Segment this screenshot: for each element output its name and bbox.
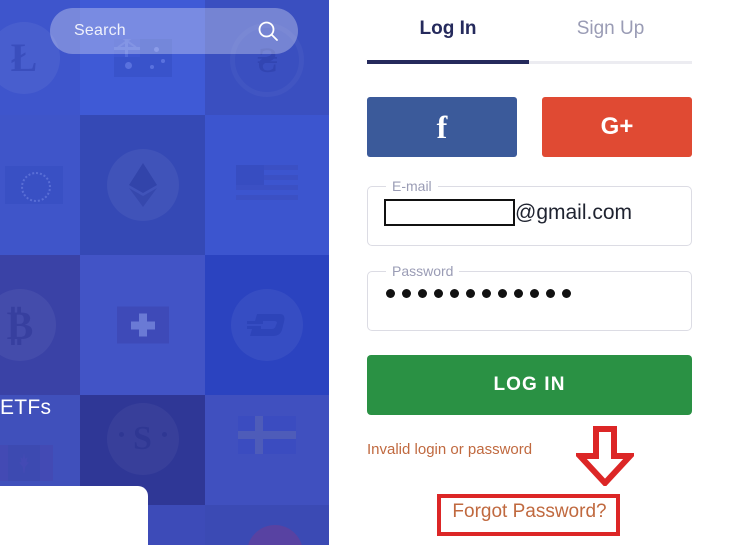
tile-ethereum[interactable] (80, 115, 205, 255)
tile-european-union[interactable] (0, 115, 80, 255)
siacoin-icon: S (106, 403, 179, 475)
coin-partial-icon (247, 525, 303, 545)
password-dot (562, 289, 571, 298)
search-input[interactable]: Search (50, 8, 298, 54)
ethereum-icon (106, 149, 179, 221)
search-icon[interactable] (256, 19, 280, 43)
email-value: @gmail.com (384, 199, 632, 226)
email-field-label: E-mail (386, 178, 438, 194)
password-dot (482, 289, 491, 298)
canada-flag-icon (0, 445, 53, 482)
tile-bitcoin[interactable]: ₿ (0, 255, 80, 395)
facebook-icon: f (436, 108, 448, 145)
password-dot (386, 289, 395, 298)
google-plus-login-button[interactable]: G+ (542, 97, 692, 157)
auth-panel: Log In Sign Up f G+ E-mail @gmail.com Pa… (329, 0, 729, 545)
search-placeholder: Search (74, 22, 126, 39)
european-union-flag-icon (5, 166, 63, 204)
social-login-row: f G+ (367, 97, 692, 157)
tile-switzerland[interactable] (80, 255, 205, 395)
password-dot (450, 289, 459, 298)
etfs-label: ETFs (0, 396, 52, 419)
password-masked-value (386, 289, 571, 298)
info-card (0, 486, 148, 545)
email-field[interactable]: E-mail @gmail.com (367, 178, 692, 246)
tile-coin-partial[interactable] (205, 505, 329, 545)
password-dot (514, 289, 523, 298)
tile-dash[interactable] (205, 255, 329, 395)
password-dot (530, 289, 539, 298)
bitcoin-icon: ₿ (0, 289, 56, 361)
facebook-login-button[interactable]: f (367, 97, 517, 157)
password-dot (434, 289, 443, 298)
tab-underline-active (367, 60, 529, 64)
password-dot (546, 289, 555, 298)
dash-icon (231, 289, 303, 361)
password-field-label: Password (386, 263, 460, 279)
google-plus-icon: G+ (600, 113, 634, 140)
sweden-flag-icon (238, 415, 296, 454)
switzerland-flag-icon (116, 306, 169, 344)
login-submit-label: LOG IN (493, 374, 566, 395)
tab-signup[interactable]: Sign Up (529, 18, 692, 52)
united-states-flag-icon (236, 165, 298, 205)
forgot-password-link[interactable]: Forgot Password? (452, 501, 606, 522)
password-dot (402, 289, 411, 298)
login-error-message: Invalid login or password (367, 441, 533, 458)
tile-sweden[interactable] (205, 395, 329, 505)
password-dot (466, 289, 475, 298)
ethereum-glyph (128, 163, 157, 207)
forgot-password-wrapper: Forgot Password? (367, 501, 692, 523)
password-dot (498, 289, 507, 298)
password-field[interactable]: Password (367, 263, 692, 331)
tab-login[interactable]: Log In (367, 18, 529, 52)
tile-united-states[interactable] (205, 115, 329, 255)
dash-glyph (247, 314, 285, 336)
auth-tabs: Log In Sign Up (367, 18, 692, 52)
password-dot (418, 289, 427, 298)
email-domain-text: @gmail.com (515, 201, 633, 224)
email-redaction-box (384, 199, 515, 226)
promo-tile-panel: Ł ₴ ₿ S ETFs Search (0, 0, 329, 545)
login-submit-button[interactable]: LOG IN (367, 355, 692, 415)
